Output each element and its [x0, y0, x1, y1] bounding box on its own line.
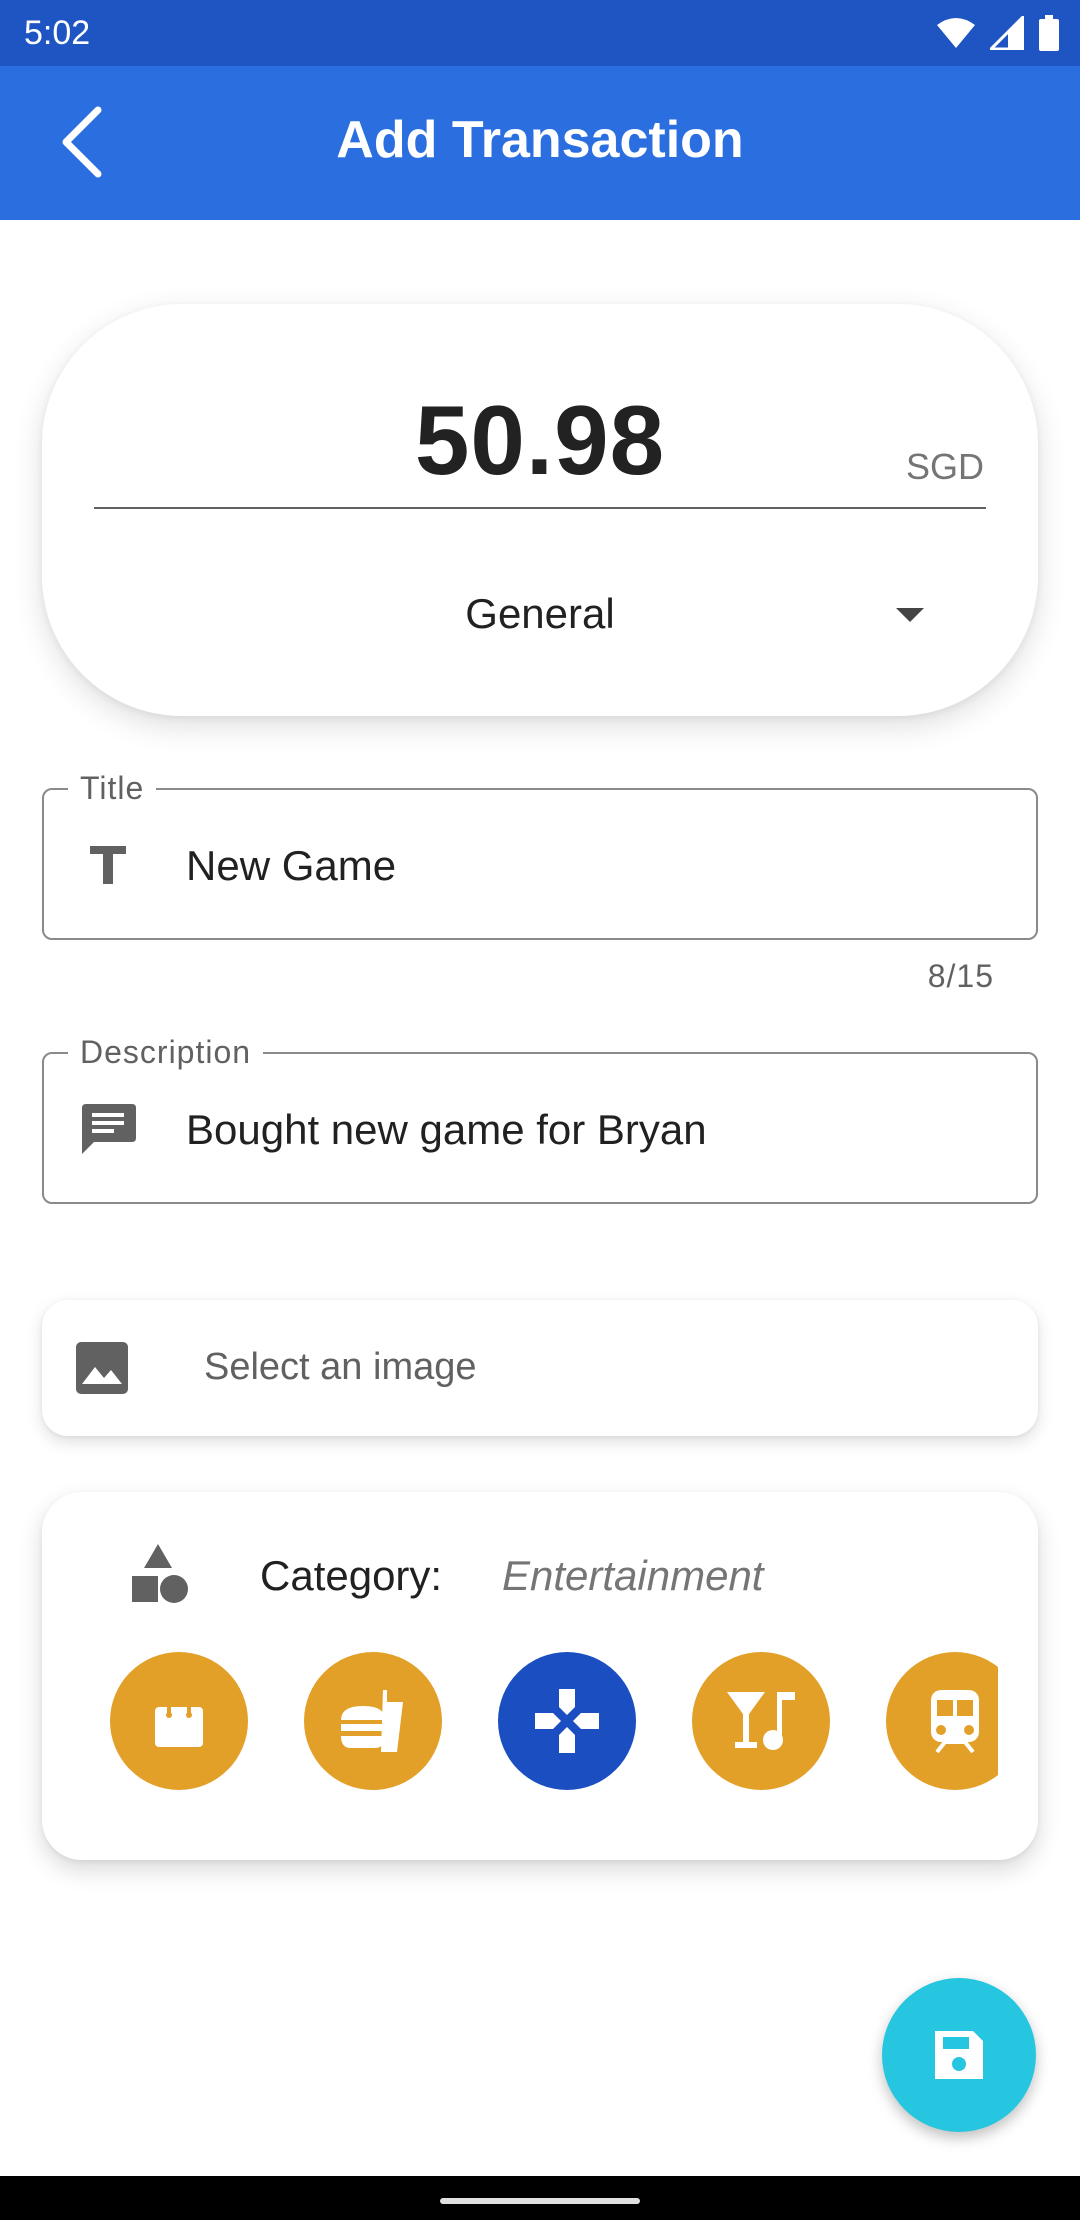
battery-icon	[1039, 15, 1059, 51]
amount-card: 50.98 SGD General	[42, 304, 1038, 716]
train-icon	[931, 1690, 979, 1754]
comment-text-icon	[78, 1098, 138, 1158]
page-title: Add Transaction	[336, 111, 744, 169]
wifi-icon	[937, 18, 975, 48]
image-icon	[76, 1342, 128, 1394]
category-option-nightlife[interactable]	[692, 1652, 830, 1790]
title-char-counter: 8/15	[927, 958, 994, 994]
currency-label: SGD	[905, 446, 984, 487]
save-button[interactable]	[882, 1978, 1036, 2132]
description-field[interactable]: Description Bought new game for Bryan	[42, 1034, 1038, 1204]
gamepad-icon	[535, 1689, 599, 1753]
category-label: Category:	[260, 1552, 443, 1599]
status-bar: 5:02	[0, 0, 1080, 66]
category-option-entertainment[interactable]	[498, 1652, 636, 1790]
account-dropdown-value: General	[465, 590, 615, 637]
signal-icon	[990, 16, 1024, 50]
category-option-shopping[interactable]	[110, 1652, 248, 1790]
category-option-food[interactable]	[304, 1652, 442, 1790]
title-input[interactable]: New Game	[186, 842, 396, 890]
app-bar: Add Transaction	[0, 66, 1080, 220]
fastfood-icon	[341, 1690, 403, 1752]
category-options[interactable]	[84, 1644, 998, 1794]
description-input[interactable]: Bought new game for Bryan	[186, 1106, 707, 1154]
text-title-icon	[78, 834, 138, 894]
status-time: 5:02	[24, 14, 91, 52]
account-dropdown[interactable]: General	[94, 580, 986, 650]
system-nav-bar	[0, 2176, 1080, 2220]
amount-underline	[94, 507, 986, 509]
amount-input[interactable]: 50.98	[42, 384, 1038, 497]
description-field-label: Description	[68, 1034, 264, 1071]
home-gesture-pill[interactable]	[440, 2198, 640, 2204]
save-icon	[935, 2031, 983, 2079]
nightlife-icon	[727, 1692, 795, 1750]
category-header: Category: Entertainment	[126, 1534, 1006, 1614]
category-card: Category: Entertainment	[42, 1492, 1038, 1860]
shapes-icon	[132, 1544, 188, 1603]
category-value: Entertainment	[502, 1552, 764, 1599]
image-selector[interactable]: Select an image	[42, 1300, 1038, 1436]
status-icons	[936, 14, 1060, 52]
title-field[interactable]: Title New Game	[42, 770, 1038, 940]
shopping-bag-icon	[155, 1694, 203, 1747]
image-selector-label: Select an image	[204, 1346, 477, 1388]
category-option-transport[interactable]	[886, 1652, 998, 1790]
dropdown-arrow-icon	[896, 608, 924, 622]
title-field-label: Title	[68, 770, 157, 807]
